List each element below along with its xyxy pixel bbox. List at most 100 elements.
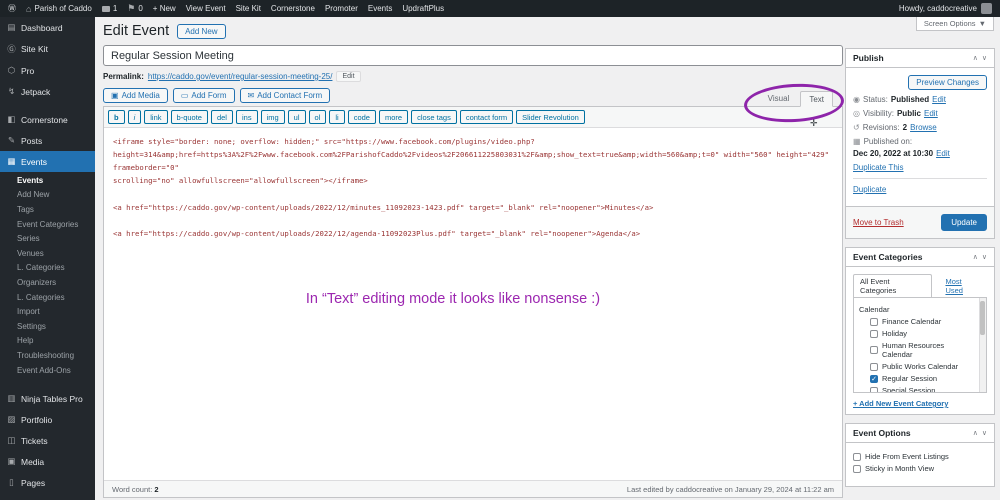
quicktag-close-tags[interactable]: close tags	[411, 110, 457, 124]
move-up-icon[interactable]: ∧	[973, 429, 978, 437]
quicktag-img[interactable]: img	[261, 110, 285, 124]
sidebar-item-cornerstone[interactable]: ◧ Cornerstone	[0, 109, 95, 130]
quicktag-slider-revolution[interactable]: Slider Revolution	[516, 110, 585, 124]
submenu-item-venues[interactable]: Venues	[0, 246, 95, 261]
submenu-item-add-new[interactable]: Add New	[0, 188, 95, 203]
submenu-item-tags[interactable]: Tags	[0, 202, 95, 217]
category-label: Calendar	[859, 305, 889, 314]
sidebar-item-tickets[interactable]: ◫ Tickets	[0, 430, 95, 451]
wp-logo-icon[interactable]: Ⓦ	[8, 3, 16, 14]
published-edit-link[interactable]: Edit	[936, 149, 950, 158]
add-new-button[interactable]: Add New	[177, 24, 225, 39]
permalink-link[interactable]: https://caddo.gov/event/regular-session-…	[148, 72, 333, 81]
quicktag-contact-form[interactable]: contact form	[460, 110, 513, 124]
tab-all-categories[interactable]: All Event Categories	[853, 274, 932, 298]
site-name-menu[interactable]: ⌂ Parish of Caddo	[26, 4, 92, 14]
move-to-trash-link[interactable]: Move to Trash	[853, 218, 904, 227]
category-checkbox-finance-calendar[interactable]: Finance Calendar	[870, 317, 974, 326]
category-checkbox-public-works-calendar[interactable]: Public Works Calendar	[870, 362, 974, 371]
duplicate-this-link[interactable]: Duplicate This	[853, 163, 904, 172]
notifications-menu[interactable]: ⚑ 0	[127, 3, 143, 14]
category-list: Calendar Finance Calendar Holiday Human …	[853, 297, 987, 393]
submenu-item-event-categories[interactable]: Event Categories	[0, 217, 95, 232]
status-edit-link[interactable]: Edit	[932, 95, 946, 104]
updraftplus-menu[interactable]: UpdraftPlus	[402, 4, 444, 13]
submenu-item-settings[interactable]: Settings	[0, 319, 95, 334]
submenu-item-organizers[interactable]: Organizers	[0, 275, 95, 290]
quicktag-code[interactable]: code	[348, 110, 376, 124]
status-value: Published	[891, 95, 929, 104]
tab-text[interactable]: Text	[800, 91, 833, 107]
new-menu[interactable]: + New	[153, 4, 176, 13]
events-menu[interactable]: Events	[368, 4, 392, 13]
collapse-icon[interactable]: ∨	[982, 253, 987, 261]
quicktag-more[interactable]: more	[379, 110, 408, 124]
submenu-item-events[interactable]: Events	[0, 173, 95, 188]
submenu-item-help[interactable]: Help	[0, 334, 95, 349]
move-up-icon[interactable]: ∧	[973, 54, 978, 62]
sidebar-item-label: Events	[21, 157, 47, 167]
revisions-browse-link[interactable]: Browse	[910, 123, 937, 132]
quicktag-ol[interactable]: ol	[309, 110, 327, 124]
category-checkbox-special-session[interactable]: Special Session	[870, 386, 974, 393]
submenu-item-series[interactable]: Series	[0, 231, 95, 246]
quicktag-blockquote[interactable]: b-quote	[171, 110, 208, 124]
quicktag-bold[interactable]: b	[108, 110, 125, 124]
visibility-edit-link[interactable]: Edit	[924, 109, 938, 118]
sidebar-item-pro[interactable]: ⬡ Pro	[0, 60, 95, 81]
sidebar-item-posts[interactable]: ✎ Posts	[0, 130, 95, 151]
submenu-item-venue-categories[interactable]: L. Categories	[0, 261, 95, 276]
move-up-icon[interactable]: ∧	[973, 253, 978, 261]
sidebar-item-portfolio[interactable]: ▨ Portfolio	[0, 409, 95, 430]
sidebar-item-pages[interactable]: ▯ Pages	[0, 472, 95, 493]
scrollbar[interactable]	[979, 298, 986, 392]
quicktag-ins[interactable]: ins	[236, 110, 258, 124]
preview-changes-button[interactable]: Preview Changes	[908, 75, 987, 90]
site-kit-menu[interactable]: Site Kit	[236, 4, 261, 13]
add-form-button[interactable]: ▭ Add Form	[173, 88, 235, 103]
sidebar-item-dashboard[interactable]: ▤ Dashboard	[0, 17, 95, 38]
tab-most-used[interactable]: Most Used	[938, 274, 987, 298]
submenu-item-organizer-categories[interactable]: L. Categories	[0, 290, 95, 305]
sidebar-item-jetpack[interactable]: ↯ Jetpack	[0, 81, 95, 102]
comments-menu[interactable]: 1	[102, 4, 117, 13]
screen-options-tab[interactable]: Screen Options ▼	[916, 17, 994, 31]
annotation-text: In “Text” editing mode it looks like non…	[104, 291, 802, 307]
submenu-item-event-add-ons[interactable]: Event Add-Ons	[0, 363, 95, 378]
option-checkbox-sticky-in-month-view[interactable]: Sticky in Month View	[853, 464, 987, 473]
tab-visual[interactable]: Visual	[759, 90, 799, 106]
add-contact-form-button[interactable]: ✉ Add Contact Form	[240, 88, 331, 103]
cornerstone-menu[interactable]: Cornerstone	[271, 4, 315, 13]
sidebar-item-ninja-tables-pro[interactable]: ▥ Ninja Tables Pro	[0, 388, 95, 409]
quicktag-li[interactable]: li	[329, 110, 344, 124]
submenu-item-troubleshooting[interactable]: Troubleshooting	[0, 348, 95, 363]
quicktag-del[interactable]: del	[211, 110, 233, 124]
collapse-icon[interactable]: ∨	[982, 54, 987, 62]
category-item-calendar[interactable]: Calendar	[859, 305, 974, 314]
howdy-menu[interactable]: Howdy, caddocreative	[899, 4, 977, 13]
scrollbar-thumb[interactable]	[980, 301, 985, 335]
quicktag-link[interactable]: link	[144, 110, 167, 124]
sidebar-item-schedule[interactable]: ◷ Schedule	[0, 493, 95, 500]
permalink-edit-button[interactable]: Edit	[336, 71, 360, 82]
sidebar-item-site-kit[interactable]: Ⓖ Site Kit	[0, 38, 95, 60]
title-input[interactable]	[103, 45, 843, 66]
post-content-textarea[interactable]: <iframe style="border: none; overflow: h…	[104, 128, 842, 480]
duplicate-link[interactable]: Duplicate	[853, 185, 886, 194]
category-checkbox-holiday[interactable]: Holiday	[870, 329, 974, 338]
add-new-category-link[interactable]: + Add New Event Category	[853, 399, 948, 408]
add-media-button[interactable]: ▣ Add Media	[103, 88, 168, 103]
option-checkbox-hide-from-listings[interactable]: Hide From Event Listings	[853, 452, 987, 461]
visibility-icon: ◎	[853, 109, 860, 118]
quicktag-ul[interactable]: ul	[288, 110, 306, 124]
category-checkbox-human-resources-calendar[interactable]: Human Resources Calendar	[870, 341, 974, 359]
category-checkbox-regular-session[interactable]: ✓ Regular Session	[870, 374, 974, 383]
collapse-icon[interactable]: ∨	[982, 429, 987, 437]
sidebar-item-events[interactable]: ▦ Events	[0, 151, 95, 172]
sidebar-item-media[interactable]: ▣ Media	[0, 451, 95, 472]
submenu-item-import[interactable]: Import	[0, 304, 95, 319]
view-event-menu[interactable]: View Event	[186, 4, 226, 13]
promoter-menu[interactable]: Promoter	[325, 4, 358, 13]
quicktag-italic[interactable]: i	[128, 110, 142, 124]
update-button[interactable]: Update	[941, 214, 987, 231]
